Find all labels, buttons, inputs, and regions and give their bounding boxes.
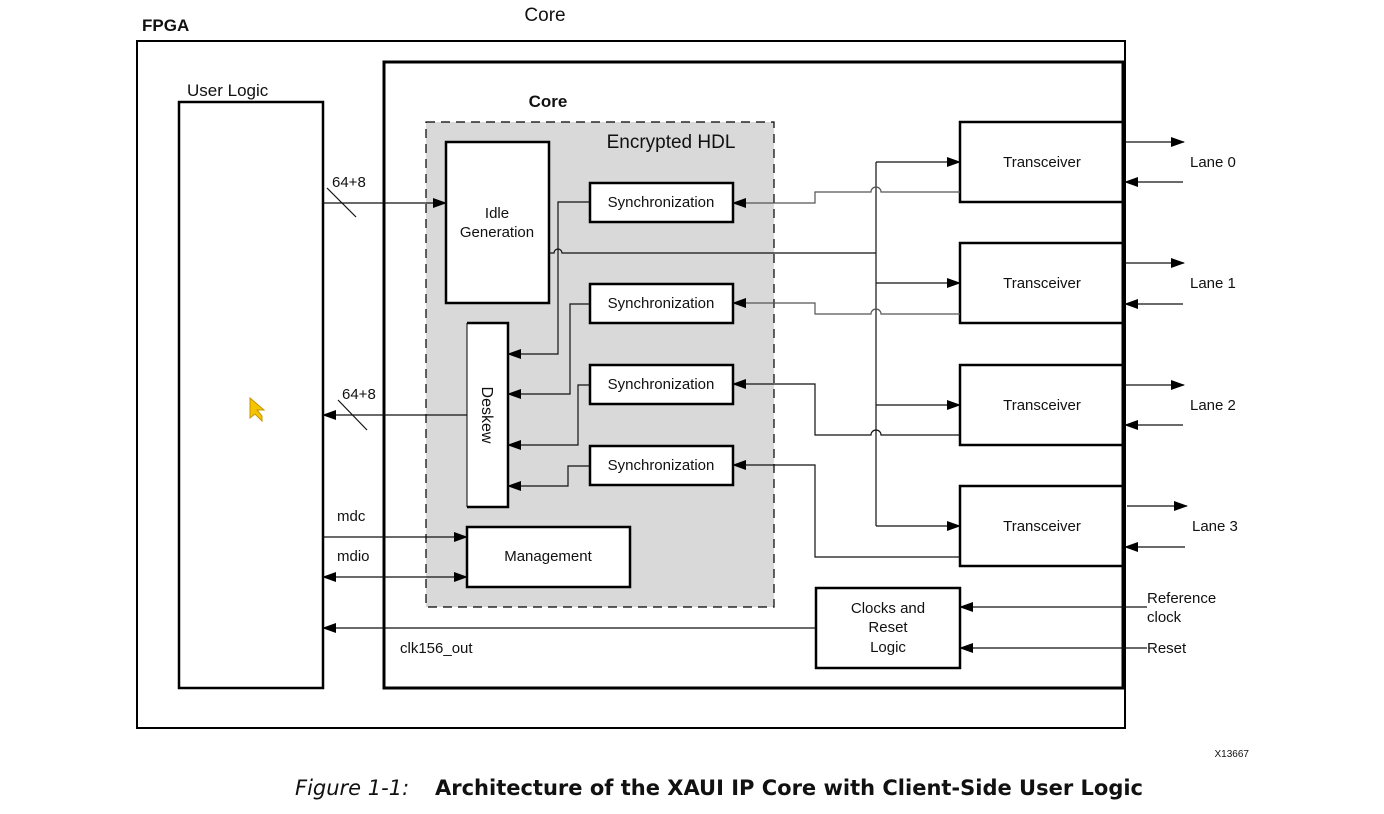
lane-label: Lane 2 <box>1190 397 1236 414</box>
user-logic-label: User Logic <box>187 81 269 100</box>
lane-3-io: Lane 3 <box>1124 501 1238 552</box>
sync-block-1: Synchronization <box>588 282 735 325</box>
clocks-reset-line1: Clocks and <box>851 600 925 617</box>
transceiver-label: Transceiver <box>1003 397 1081 414</box>
core-label: Core <box>529 92 568 111</box>
management-label: Management <box>504 548 592 565</box>
clocks-reset-line3: Logic <box>870 639 906 656</box>
transceiver-3: Transceiver <box>958 484 1125 568</box>
transceiver-0: Transceiver <box>958 120 1125 204</box>
tx-bus-width-label: 64+8 <box>332 174 366 191</box>
transceiver-label: Transceiver <box>1003 275 1081 292</box>
sync-block-2: Synchronization <box>588 363 735 406</box>
xaui-architecture-diagram: Core FPGA User Logic Core Encrypted HDL … <box>136 5 1250 800</box>
lane-1-io: Lane 1 <box>1124 258 1236 309</box>
top-core-label: Core <box>524 5 565 26</box>
sync-label: Synchronization <box>608 194 715 211</box>
clocks-reset-line2: Reset <box>868 619 908 636</box>
user-logic-block <box>177 100 325 690</box>
figure-id: X13667 <box>1215 749 1250 760</box>
transceiver-label: Transceiver <box>1003 154 1081 171</box>
transceiver-label: Transceiver <box>1003 518 1081 535</box>
rx-bus-width-label: 64+8 <box>342 386 376 403</box>
caption-number: Figure 1-1: <box>295 776 409 800</box>
deskew-label: Deskew <box>478 387 495 444</box>
lane-0-io: Lane 0 <box>1124 137 1236 187</box>
sync-block-0: Synchronization <box>588 181 735 224</box>
reference-clock-line1: Reference <box>1147 590 1216 607</box>
lane-2-io: Lane 2 <box>1124 380 1236 430</box>
mdio-label: mdio <box>337 548 370 565</box>
idle-generation-line2: Generation <box>460 224 534 241</box>
fpga-label: FPGA <box>142 16 189 35</box>
lane-label: Lane 1 <box>1190 275 1236 292</box>
transceiver-2: Transceiver <box>958 363 1125 447</box>
lane-label: Lane 0 <box>1190 154 1236 171</box>
sync-block-3: Synchronization <box>588 444 735 487</box>
caption-title: Architecture of the XAUI IP Core with Cl… <box>435 776 1143 800</box>
lane-label: Lane 3 <box>1192 518 1238 535</box>
idle-generation-line1: Idle <box>485 205 509 222</box>
encrypted-hdl-label: Encrypted HDL <box>607 132 736 153</box>
sync-label: Synchronization <box>608 376 715 393</box>
sync-label: Synchronization <box>608 457 715 474</box>
sync-label: Synchronization <box>608 295 715 312</box>
idle-generation-block <box>444 140 551 305</box>
reference-clock-line2: clock <box>1147 609 1182 626</box>
transceiver-1: Transceiver <box>958 241 1125 325</box>
mdc-label: mdc <box>337 508 366 525</box>
clk156-out-label: clk156_out <box>400 640 473 657</box>
reset-label: Reset <box>1147 640 1187 657</box>
